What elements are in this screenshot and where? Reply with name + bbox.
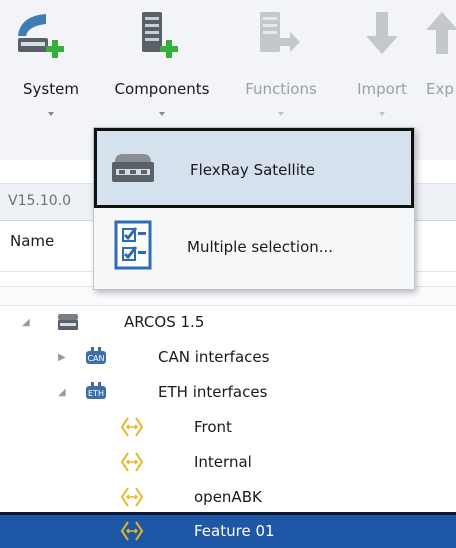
components-label: Components [114, 80, 210, 98]
svg-text:ETH: ETH [88, 389, 104, 398]
svg-text:CAN: CAN [87, 354, 104, 363]
chevron-down-icon [278, 112, 284, 116]
import-button[interactable]: Import [344, 0, 420, 135]
functions-label: Functions [245, 80, 317, 98]
version-text: V15.10.0 [8, 193, 72, 209]
tree-node-feature-01[interactable]: Feature 01 [0, 512, 456, 548]
network-port-icon [120, 487, 144, 507]
functions-icon [260, 12, 300, 52]
export-arrow-icon [426, 12, 456, 54]
multi-select-icon [114, 220, 152, 270]
network-port-icon [120, 452, 144, 472]
menu-item-multiple-selection[interactable]: Multiple selection... [94, 208, 414, 288]
tree-node-label: ARCOS 1.5 [124, 313, 205, 331]
column-header-name[interactable]: Name [10, 232, 54, 250]
tree-node-label: Internal [194, 453, 252, 471]
ecu-icon [58, 314, 78, 330]
eth-interface-icon: ETH [86, 382, 106, 399]
tree-node-label: CAN interfaces [158, 348, 270, 366]
network-port-icon [120, 417, 144, 437]
chevron-down-icon [48, 112, 54, 116]
menu-item-label: Multiple selection... [187, 238, 334, 256]
export-label: Exp [426, 80, 454, 98]
tree-node-arcos[interactable]: ◢ ARCOS 1.5 [0, 306, 456, 339]
can-interface-icon: CAN [86, 347, 106, 364]
tree-node-label: openABK [194, 488, 262, 506]
tree-node-label: Feature 01 [194, 522, 275, 540]
import-label: Import [357, 80, 407, 98]
components-add-icon [142, 12, 178, 58]
tree-node-internal[interactable]: Internal [0, 446, 456, 479]
tree-node-front[interactable]: Front [0, 411, 456, 444]
tree-node-label: ETH interfaces [158, 383, 268, 401]
tree-node-openabk[interactable]: openABK [0, 481, 456, 514]
menu-item-flexray-satellite[interactable]: FlexRay Satellite [94, 128, 414, 208]
tree-node-label: Front [194, 418, 232, 436]
import-arrow-icon [366, 12, 398, 54]
system-button[interactable]: System [8, 0, 94, 135]
chevron-down-icon [159, 112, 165, 116]
system-add-icon [18, 14, 64, 58]
components-dropdown-menu: FlexRay Satellite Multiple selection... [93, 127, 415, 290]
network-port-icon [120, 521, 144, 541]
export-button[interactable]: Exp [426, 0, 456, 135]
ecu-device-icon [112, 154, 154, 182]
collapse-triangle-icon[interactable]: ▶ [58, 352, 66, 363]
chevron-down-icon [379, 112, 385, 116]
expand-triangle-icon[interactable]: ◢ [58, 387, 66, 398]
tree-node-eth-interfaces[interactable]: ◢ ETH ETH interfaces [0, 376, 456, 409]
components-button[interactable]: Components [104, 0, 220, 135]
expand-triangle-icon[interactable]: ◢ [22, 317, 30, 328]
system-label: System [23, 80, 79, 98]
tree-node-can-interfaces[interactable]: ▶ CAN CAN interfaces [0, 341, 456, 374]
functions-button[interactable]: Functions [228, 0, 334, 135]
menu-item-label: FlexRay Satellite [190, 161, 316, 179]
